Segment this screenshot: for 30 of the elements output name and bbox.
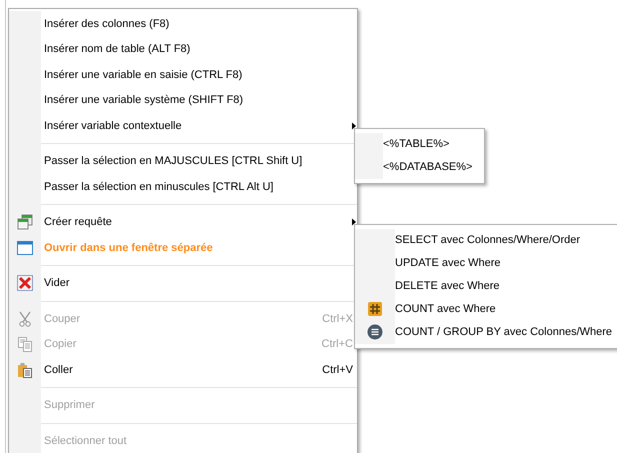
submenu-item[interactable]: <%TABLE%> [383, 136, 462, 153]
menu-item[interactable]: Insérer une variable système (SHIFT F8) [44, 92, 244, 108]
submenu-arrow-icon [352, 218, 356, 226]
submenu-item[interactable]: COUNT / GROUP BY avec Colonnes/Where [395, 324, 617, 340]
shortcut-text: Ctrl+X [322, 312, 353, 326]
scissors-icon [17, 310, 33, 327]
submenu-item[interactable]: <%DATABASE%> [383, 159, 484, 176]
cross-icon [17, 275, 33, 292]
copy-icon [17, 336, 33, 352]
menu-item[interactable]: Insérer une variable en saisie (CTRL F8) [44, 66, 242, 83]
submenu-item[interactable]: UPDATE avec Where [395, 254, 513, 272]
hash-icon [367, 301, 383, 317]
submenu-item[interactable]: COUNT avec Where [395, 300, 508, 318]
stacked-windows-icon [17, 214, 33, 230]
window-icon [17, 240, 33, 256]
submenu-item[interactable]: DELETE avec Where [395, 278, 512, 294]
submenu-item[interactable]: SELECT avec Colonnes/Where/Order [395, 232, 592, 248]
menu-item[interactable]: Créer requête [44, 214, 112, 230]
menu-item[interactable]: Insérer des colonnes (F8) [44, 16, 170, 32]
menu-item[interactable]: Insérer variable contextuelle [44, 118, 182, 134]
menu-item[interactable]: Vider [44, 275, 70, 292]
shortcut-text: Ctrl+V [322, 362, 353, 378]
menu-item[interactable]: Passer la sélection en MAJUSCULES [CTRL Shift U] [44, 153, 302, 170]
shortcut-text: Ctrl+C [322, 337, 353, 352]
menu-item[interactable]: Insérer nom de table (ALT F8) [44, 41, 190, 58]
menu-item[interactable]: Passer la sélection en minuscules [CTRL Alt U] [44, 178, 274, 195]
menu-item[interactable]: Coller [44, 362, 73, 378]
submenu-arrow-icon [352, 122, 356, 130]
list-icon [367, 324, 383, 340]
paste-icon [17, 362, 33, 378]
